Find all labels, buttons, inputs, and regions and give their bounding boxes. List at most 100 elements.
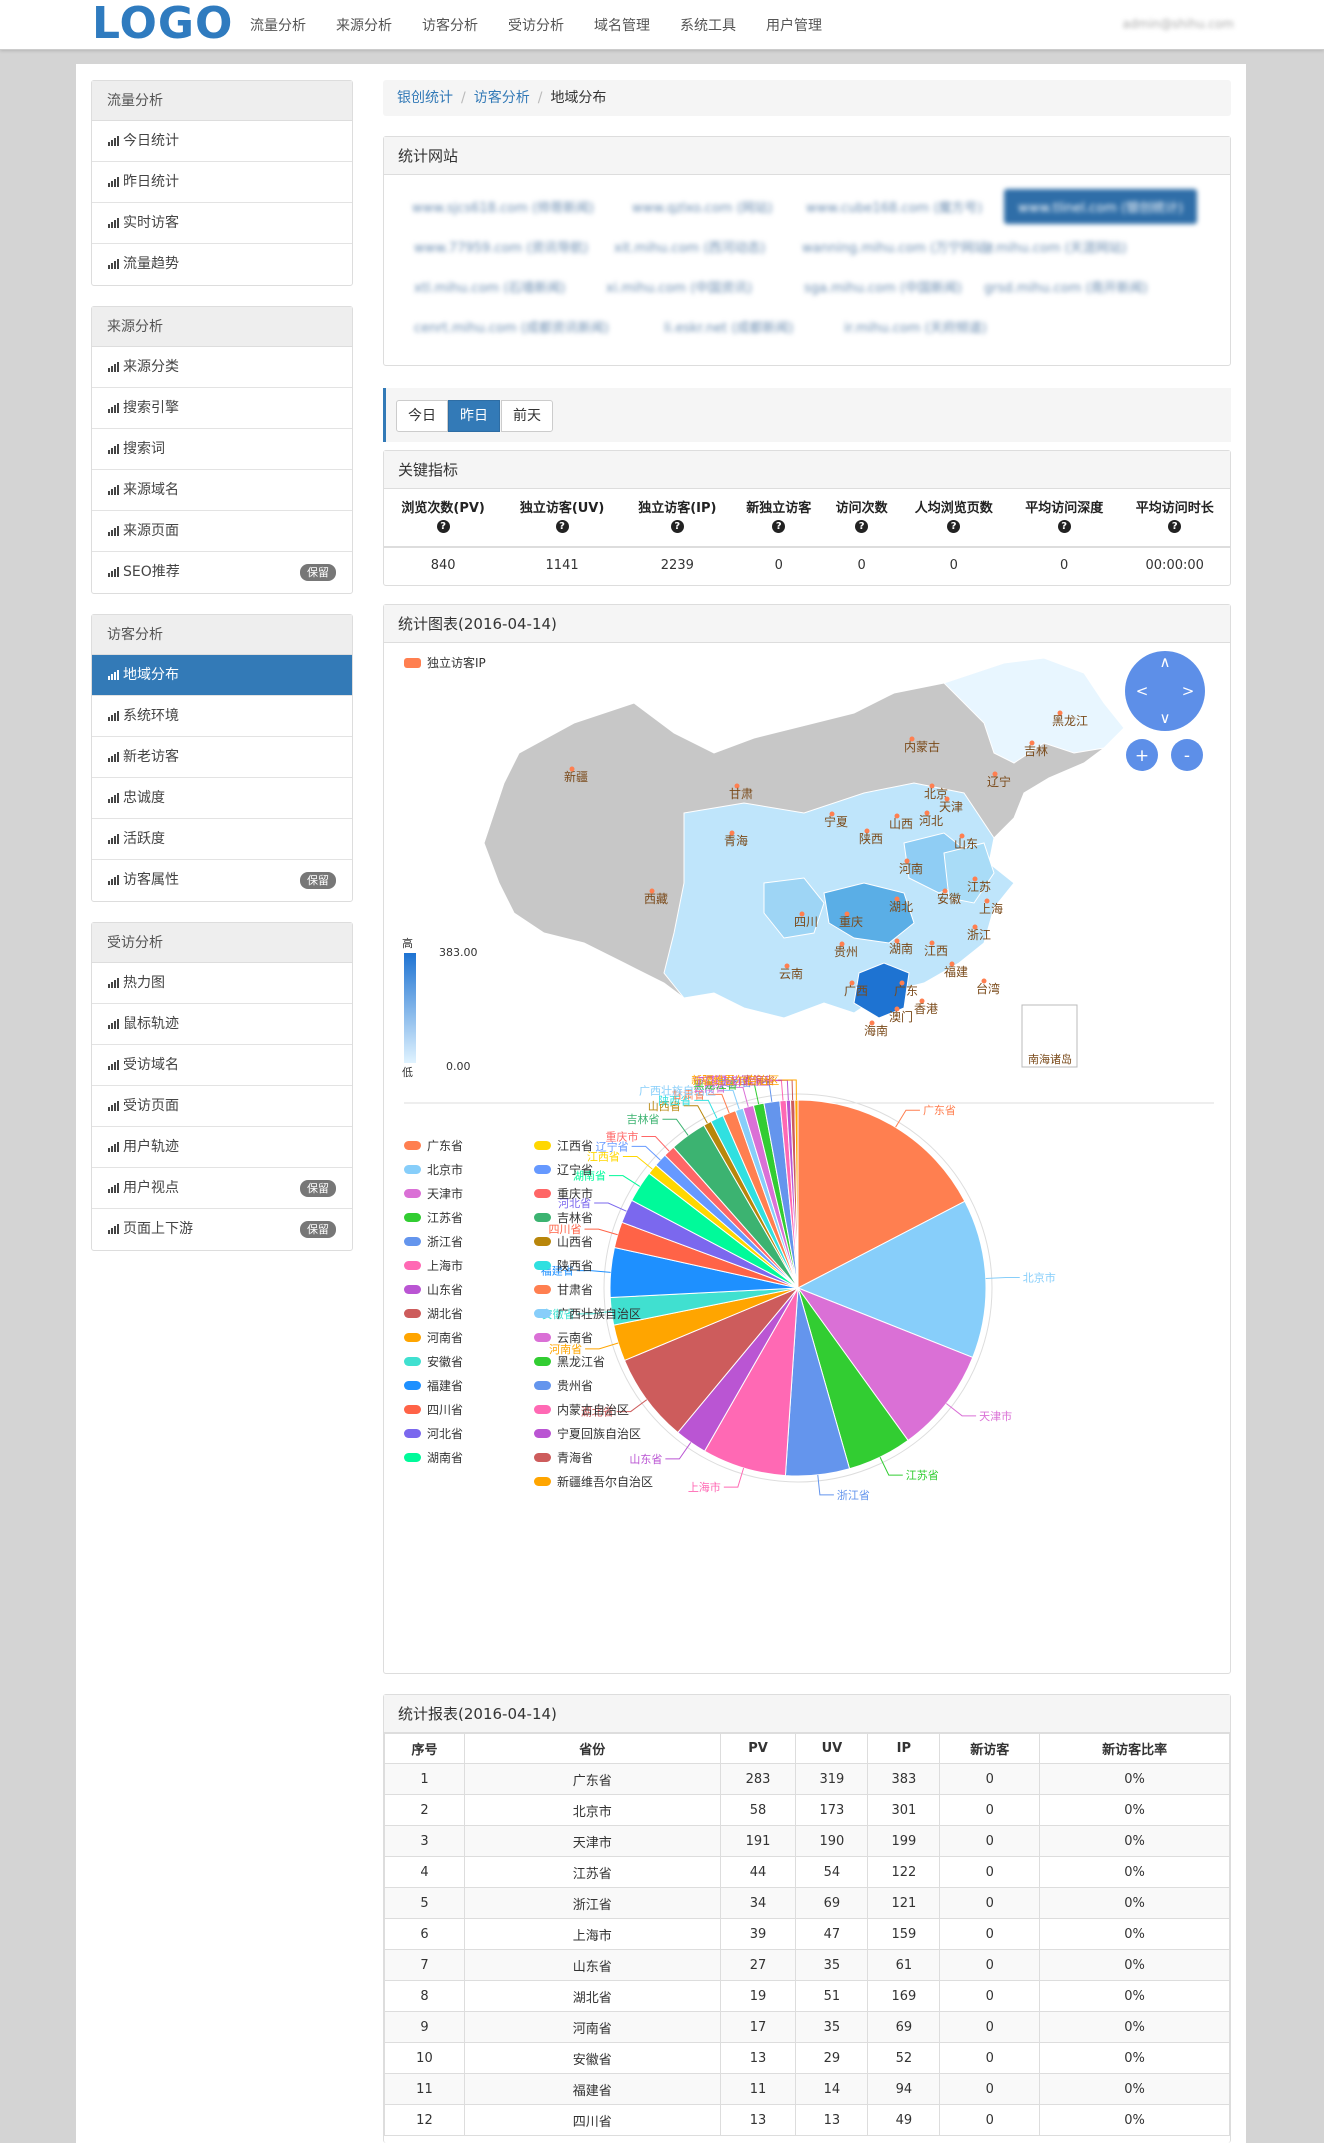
site-link[interactable]: www.cube168.com (魔方号) <box>806 197 982 216</box>
sidebar-item[interactable]: 地域分布 <box>92 655 352 696</box>
sidebar-item[interactable]: 搜索词 <box>92 429 352 470</box>
sidebar-item[interactable]: 系统环境 <box>92 696 352 737</box>
sidebar-item[interactable]: 活跃度 <box>92 819 352 860</box>
sidebar-item[interactable]: 受访域名 <box>92 1045 352 1086</box>
sidebar-item[interactable]: 来源页面 <box>92 511 352 552</box>
legend-item[interactable]: 江苏省 <box>404 1209 463 1226</box>
legend-item[interactable]: 黑龙江省 <box>534 1353 605 1370</box>
nav-visitor[interactable]: 访客分析 <box>422 15 478 35</box>
legend-item[interactable]: 新疆维吾尔自治区 <box>534 1473 653 1490</box>
sidebar-item[interactable]: SEO推荐 保留 <box>92 552 352 593</box>
report-header[interactable]: 省份 <box>463 1733 721 1764</box>
legend-item[interactable]: 青海省 <box>534 1449 593 1466</box>
sidebar-item[interactable]: 访客属性 保留 <box>92 860 352 901</box>
legend-item[interactable]: 浙江省 <box>404 1233 463 1250</box>
legend-item[interactable]: 四川省 <box>404 1401 463 1418</box>
site-link[interactable]: cenrt.mihu.com (成都资讯新闻) <box>414 317 609 336</box>
site-link[interactable]: www.tlinel.com (银创统计) <box>1004 189 1198 224</box>
sidebar-item[interactable]: 忠诚度 <box>92 778 352 819</box>
site-link[interactable]: www.77959.com (资讯导航) <box>414 237 588 256</box>
site-link[interactable]: xtl.mihu.com (石墙新闻) <box>414 277 565 296</box>
nav-traffic[interactable]: 流量分析 <box>250 15 306 35</box>
legend-item[interactable]: 山西省 <box>534 1233 593 1250</box>
help-icon[interactable]: ? <box>855 520 869 533</box>
legend-item[interactable]: 上海市 <box>404 1257 463 1274</box>
help-icon[interactable]: ? <box>555 520 569 533</box>
report-header[interactable]: 序号 <box>384 1733 465 1764</box>
site-link[interactable]: wanning.mihu.com (万宁网站) <box>802 237 992 256</box>
map-legend-label[interactable]: 独立访客IP <box>427 655 486 670</box>
sidebar-item[interactable]: 来源分类 <box>92 347 352 388</box>
pan-left-icon[interactable]: < <box>1136 682 1149 700</box>
user-menu[interactable]: admin@shihu.com <box>1123 17 1234 31</box>
legend-item[interactable]: 广西壮族自治区 <box>534 1305 641 1322</box>
help-icon[interactable]: ? <box>1168 520 1182 533</box>
legend-item[interactable]: 福建省 <box>404 1377 463 1394</box>
legend-item[interactable]: 陕西省 <box>534 1257 593 1274</box>
sidebar-item[interactable]: 搜索引擎 <box>92 388 352 429</box>
legend-item[interactable]: 湖南省 <box>404 1449 463 1466</box>
legend-item[interactable]: 甘肃省 <box>534 1281 593 1298</box>
legend-item[interactable]: 云南省 <box>534 1329 593 1346</box>
report-header[interactable]: UV <box>795 1733 869 1764</box>
legend-item[interactable]: 天津市 <box>404 1185 463 1202</box>
site-link[interactable]: xi.mihu.com (中国资讯) <box>606 277 752 296</box>
pan-right-icon[interactable]: > <box>1182 682 1195 700</box>
tab-yesterday[interactable]: 昨日 <box>448 400 500 432</box>
site-link[interactable]: ir.mihu.com (天府频道) <box>844 317 987 336</box>
sidebar-item[interactable]: 用户轨迹 <box>92 1127 352 1168</box>
legend-item[interactable]: 山东省 <box>404 1281 463 1298</box>
legend-item[interactable]: 重庆市 <box>534 1185 593 1202</box>
nav-users[interactable]: 用户管理 <box>766 15 822 35</box>
report-header[interactable]: IP <box>867 1733 941 1764</box>
legend-item[interactable]: 湖北省 <box>404 1305 463 1322</box>
pan-up-icon[interactable]: ∧ <box>1160 653 1171 671</box>
sidebar-item[interactable]: 昨日统计 <box>92 162 352 203</box>
tab-today[interactable]: 今日 <box>396 400 448 432</box>
site-link[interactable]: xit.mihu.com (西河动态) <box>614 237 765 256</box>
logo[interactable]: LOGO <box>92 0 233 49</box>
sidebar-item[interactable]: 受访页面 <box>92 1086 352 1127</box>
help-icon[interactable]: ? <box>772 520 786 533</box>
help-icon[interactable]: ? <box>436 520 450 533</box>
site-link[interactable]: grsd.mihu.com (南开新闻) <box>984 277 1148 296</box>
nav-source[interactable]: 来源分析 <box>336 15 392 35</box>
sidebar-item[interactable]: 鼠标轨迹 <box>92 1004 352 1045</box>
site-link[interactable]: sga.mihu.com (中国新闻) <box>804 277 962 296</box>
site-link[interactable]: www.qzlxo.com (网站) <box>632 197 773 216</box>
report-header[interactable]: 新访客比率 <box>1039 1733 1230 1764</box>
tab-day-before[interactable]: 前天 <box>501 400 553 432</box>
legend-item[interactable]: 河南省 <box>404 1329 463 1346</box>
sidebar-item[interactable]: 来源域名 <box>92 470 352 511</box>
sidebar-item[interactable]: 页面上下游 保留 <box>92 1209 352 1250</box>
sidebar-item[interactable]: 热力图 <box>92 963 352 1004</box>
site-link[interactable]: li.eskr.net (成都新闻) <box>664 317 794 336</box>
help-icon[interactable]: ? <box>670 520 684 533</box>
site-link[interactable]: ir.mihu.com (天涯网站) <box>984 237 1127 256</box>
sidebar-item[interactable]: 用户视点 保留 <box>92 1168 352 1209</box>
legend-item[interactable]: 内蒙古自治区 <box>534 1401 629 1418</box>
color-scale[interactable] <box>404 953 416 1063</box>
legend-item[interactable]: 北京市 <box>404 1161 463 1178</box>
legend-item[interactable]: 广东省 <box>404 1137 463 1154</box>
nav-tools[interactable]: 系统工具 <box>680 15 736 35</box>
legend-item[interactable]: 辽宁省 <box>534 1161 593 1178</box>
help-icon[interactable]: ? <box>1057 520 1071 533</box>
sidebar-item[interactable]: 流量趋势 <box>92 244 352 285</box>
breadcrumb-section[interactable]: 访客分析 <box>474 90 530 106</box>
legend-item[interactable]: 江西省 <box>534 1137 593 1154</box>
legend-item[interactable]: 宁夏回族自治区 <box>534 1425 641 1442</box>
nav-domain[interactable]: 域名管理 <box>594 15 650 35</box>
legend-item[interactable]: 吉林省 <box>534 1209 593 1226</box>
pan-down-icon[interactable]: ∨ <box>1160 709 1171 727</box>
report-header[interactable]: PV <box>719 1733 797 1764</box>
sidebar-item[interactable]: 今日统计 <box>92 121 352 162</box>
nav-visited[interactable]: 受访分析 <box>508 15 564 35</box>
help-icon[interactable]: ? <box>947 520 961 533</box>
legend-item[interactable]: 贵州省 <box>534 1377 593 1394</box>
legend-item[interactable]: 河北省 <box>404 1425 463 1442</box>
report-header[interactable]: 新访客 <box>939 1733 1041 1764</box>
sidebar-item[interactable]: 实时访客 <box>92 203 352 244</box>
breadcrumb-root[interactable]: 银创统计 <box>397 90 453 106</box>
legend-item[interactable]: 安徽省 <box>404 1353 463 1370</box>
